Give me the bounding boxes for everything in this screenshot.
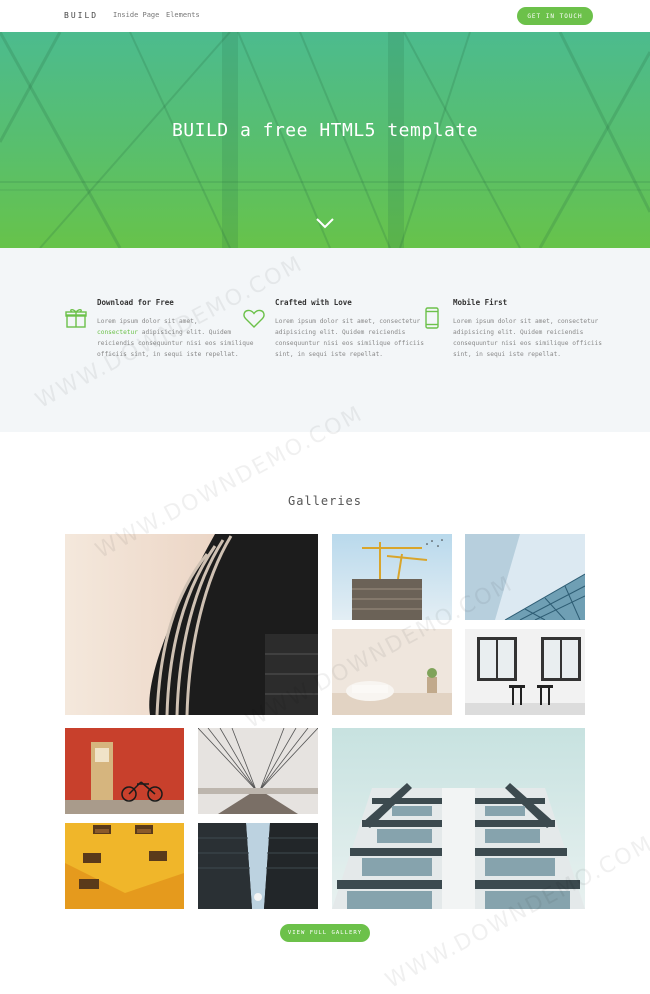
hero-banner: BUILD a free HTML5 template [0,32,650,248]
features-section: Download for Free Lorem ipsum dolor sit … [0,248,650,432]
hero-title: BUILD a free HTML5 template [171,120,479,141]
feature-text: Lorem ipsum dolor sit amet, consectetur a… [97,318,254,358]
brand-logo[interactable]: BUILD [64,11,98,20]
feature-accent-link[interactable]: consectetur [97,329,138,336]
nav-link-elements[interactable]: Elements [166,11,200,19]
view-full-gallery-button[interactable]: VIEW FULL GALLERY [280,924,370,942]
gallery-image-dark-towers[interactable] [198,823,318,909]
gallery-image-window-room[interactable] [465,629,585,715]
feature-crafted: Crafted with Love Lorem ipsum dolor sit … [243,298,435,360]
feature-title: Mobile First [453,298,508,307]
gallery-image-interior[interactable] [332,629,452,715]
gallery-image-bridge[interactable] [198,728,318,814]
gallery-image-red-wall[interactable] [65,728,184,814]
gallery-image-construction[interactable] [332,534,452,620]
heart-icon [243,309,265,328]
nav-link-inside-page[interactable]: Inside Page [113,11,159,19]
gallery-image-glass-facade[interactable] [465,534,585,620]
gallery-image-curved-building[interactable] [65,534,318,715]
feature-mobile: Mobile First Lorem ipsum dolor sit amet,… [425,298,613,360]
mobile-icon [425,307,439,329]
gift-icon [65,309,87,328]
gallery-title: Galleries [287,494,363,508]
gallery-image-yellow-wall[interactable] [65,823,184,909]
feature-title: Crafted with Love [275,298,352,307]
chevron-down-icon[interactable] [314,216,336,230]
feature-text: Lorem ipsum dolor sit amet, consectetur … [453,318,603,358]
gallery-image-facade-upward[interactable] [332,728,585,909]
feature-download: Download for Free Lorem ipsum dolor sit … [65,298,257,360]
feature-text: Lorem ipsum dolor sit amet, consectetur … [275,318,425,358]
top-navbar: BUILD Inside Page Elements GET IN TOUCH [0,0,650,32]
feature-title: Download for Free [97,298,174,307]
get-in-touch-button[interactable]: GET IN TOUCH [517,7,593,25]
